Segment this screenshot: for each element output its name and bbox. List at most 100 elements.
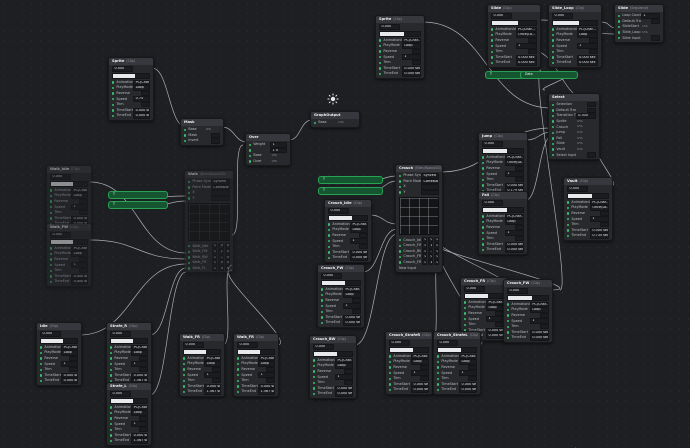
input-pin[interactable] [552, 50, 555, 53]
field-value[interactable]: Loop [458, 359, 477, 365]
node-header[interactable]: Crouch_FW (Clip) [318, 265, 364, 272]
field-value[interactable] [651, 35, 660, 41]
playback-progress-bar[interactable] [507, 294, 549, 301]
input-pin[interactable] [389, 371, 392, 375]
node-header[interactable]: Walk_FR (Clip) [234, 334, 278, 341]
node-header[interactable]: Idle (Clip) [37, 323, 81, 330]
connection-wire[interactable] [221, 126, 248, 143]
field-value[interactable] [141, 102, 150, 108]
field-value[interactable] [359, 244, 368, 250]
input-pin[interactable] [183, 379, 186, 382]
field-value[interactable]: 0.000 sec [485, 333, 504, 339]
field-value[interactable]: 1.567 sec [131, 438, 148, 444]
input-pin[interactable] [188, 250, 191, 253]
input-pin[interactable] [112, 109, 115, 112]
input-pin[interactable] [552, 56, 555, 59]
field-value[interactable]: 0% [576, 148, 596, 152]
field-value[interactable]: 0% [270, 154, 287, 158]
node-crouch-bs[interactable]: Crouch (BlendSpace2D) Phase Sync Synced Poin… [395, 164, 443, 273]
input-pin[interactable] [464, 312, 467, 315]
time-value[interactable]: 0.000 [50, 232, 71, 238]
input-pin[interactable] [50, 200, 53, 203]
node-header[interactable]: Crouch_FR (Clip) [461, 278, 507, 285]
input-pin[interactable] [379, 50, 382, 53]
node-header[interactable]: Sprite (Clip) [109, 58, 153, 65]
field-value[interactable] [79, 210, 88, 216]
input-pin[interactable] [50, 211, 53, 214]
time-value[interactable]: 0.000 [110, 391, 131, 397]
field-value[interactable] [79, 268, 88, 274]
input-pin[interactable] [50, 263, 53, 267]
time-value[interactable]: 0.000 [112, 66, 133, 72]
field-value[interactable]: Loop [131, 350, 148, 356]
input-pin[interactable] [112, 86, 115, 90]
input-pin[interactable] [491, 44, 494, 48]
field-value[interactable]: Loop [342, 292, 361, 298]
playback-progress-bar[interactable] [50, 238, 88, 245]
field-value[interactable]: Loop [401, 43, 421, 49]
field-value[interactable]: 0.000 sec [334, 391, 353, 397]
blend-input-value[interactable]: 0.707 [218, 265, 224, 272]
input-pin[interactable] [183, 373, 186, 377]
input-pin[interactable] [112, 81, 115, 84]
field-value[interactable]: 0% [576, 137, 596, 141]
field-value[interactable]: Loop [504, 219, 524, 225]
input-pin[interactable] [482, 167, 485, 170]
field-value[interactable]: Loop [576, 32, 598, 38]
input-pin[interactable] [552, 33, 555, 37]
playback-progress-bar[interactable] [237, 348, 275, 355]
field-value[interactable] [528, 49, 537, 55]
field-value[interactable]: 1 [270, 142, 287, 148]
field-value[interactable]: 0.000 sec [349, 255, 368, 261]
input-pin[interactable] [50, 189, 53, 192]
input-pin[interactable] [184, 128, 187, 131]
node-strafe-r[interactable]: Strafe_R(Clip)0.000AnimationldPC(Char...… [106, 322, 152, 386]
input-pin[interactable] [110, 417, 113, 420]
connection-wire[interactable] [149, 267, 187, 336]
input-pin[interactable] [491, 50, 494, 53]
field-value[interactable]: Loop [71, 193, 88, 199]
input-pin[interactable] [321, 316, 324, 319]
field-value[interactable]: 1 0 [270, 147, 287, 154]
field-value[interactable] [420, 376, 429, 382]
field-value[interactable]: Once(Lo... [589, 205, 609, 211]
field-value[interactable]: 0.000 sec [71, 279, 88, 285]
blendspace-grid[interactable] [399, 197, 439, 236]
input-pin[interactable] [112, 97, 115, 101]
input-pin[interactable] [389, 383, 392, 386]
input-pin[interactable] [389, 355, 392, 358]
input-pin[interactable] [50, 217, 53, 220]
input-pin[interactable] [399, 244, 402, 247]
field-value[interactable]: 0.000 sec [576, 60, 598, 66]
value-node[interactable]: T [108, 191, 168, 199]
blend-input-value[interactable]: 0 [224, 248, 230, 255]
node-crouch-strafe-l[interactable]: Crouch_StrafeL(Clip)0.000AnimationldPC(C… [433, 331, 481, 395]
field-value[interactable]: Loop [410, 359, 429, 365]
playback-progress-bar[interactable] [110, 337, 148, 344]
node-crouch-strafe-r[interactable]: Crouch_StrafeR(Clip)0.000AnimationldPC(C… [385, 331, 433, 395]
input-pin[interactable] [491, 28, 494, 31]
blend-input-value[interactable]: 0.707 [218, 260, 224, 266]
connection-wire[interactable] [222, 264, 233, 346]
time-value[interactable]: 0.000 [491, 13, 512, 19]
time-value[interactable]: 0.000 [507, 288, 528, 294]
input-pin[interactable] [321, 293, 324, 297]
node-slide-a[interactable]: Slide (Clip) 0.000 Animationld PC(Char... Pla… [487, 4, 541, 68]
node-walk-fr[interactable]: Walk_FR(Clip)0.000AnimationldPC(Char...P… [179, 333, 225, 397]
input-pin[interactable] [389, 360, 392, 364]
node-idle[interactable]: Idle(Clip)0.000AnimationldPC(Char...Play… [36, 322, 82, 386]
connection-wire[interactable] [369, 214, 398, 225]
node-header[interactable]: Fall (Clip) [479, 192, 527, 199]
input-pin[interactable] [313, 359, 316, 362]
field-value[interactable]: 0.000 sec [529, 335, 549, 341]
playback-progress-bar[interactable] [379, 30, 421, 37]
input-pin[interactable] [482, 156, 485, 159]
node-crouch-idle[interactable]: Crouch_Idle(Clip)0.000AnimationldPC(Char… [324, 199, 372, 263]
input-pin[interactable] [110, 434, 113, 437]
input-pin[interactable] [482, 220, 485, 224]
input-pin[interactable] [389, 366, 392, 369]
input-pin[interactable] [321, 288, 324, 291]
input-pin[interactable] [552, 153, 555, 157]
input-pin[interactable] [379, 72, 382, 76]
input-pin[interactable] [567, 206, 570, 210]
